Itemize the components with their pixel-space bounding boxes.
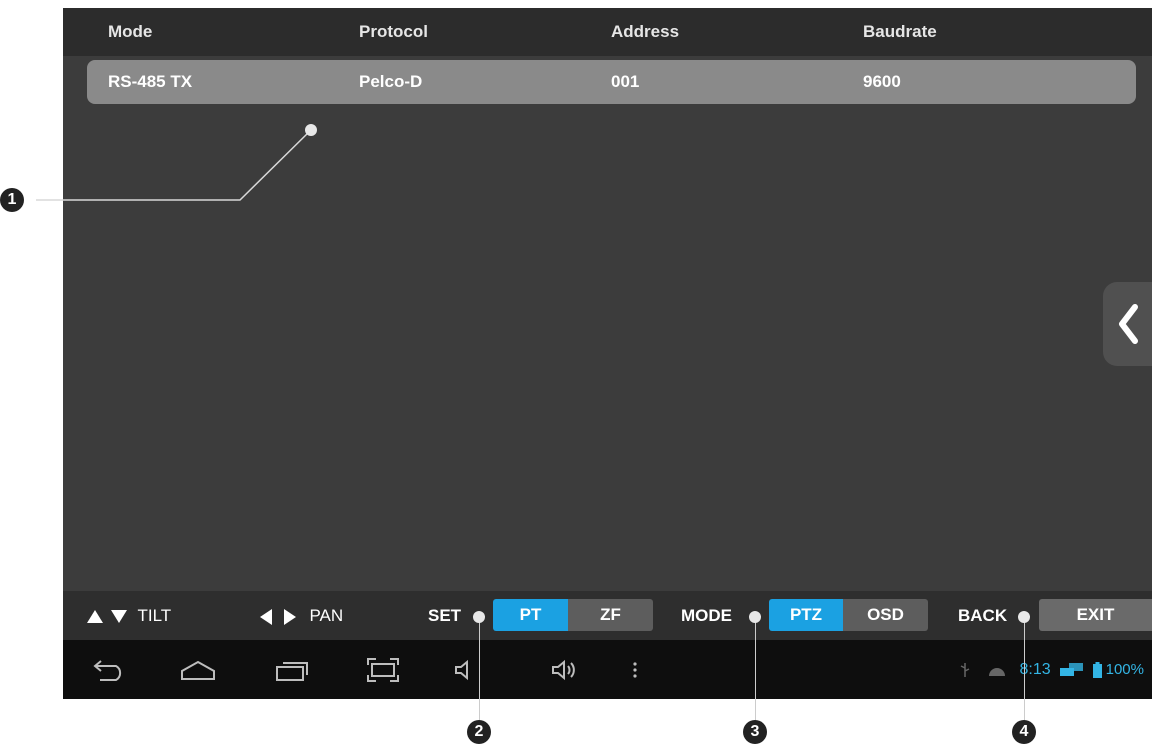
callout-line-3 [755, 617, 756, 727]
callout-3: 3 [743, 720, 767, 744]
callout-4: 4 [1012, 720, 1036, 744]
callout-dot-3 [749, 611, 761, 623]
callout-line-2 [479, 617, 480, 727]
callout-1: 1 [0, 188, 24, 212]
callout-dot-2 [473, 611, 485, 623]
callout-dot-4 [1018, 611, 1030, 623]
callout-dot-1 [305, 124, 317, 136]
callout-line-4 [1024, 617, 1025, 727]
callout-2: 2 [467, 720, 491, 744]
callout-lines [36, 129, 312, 201]
